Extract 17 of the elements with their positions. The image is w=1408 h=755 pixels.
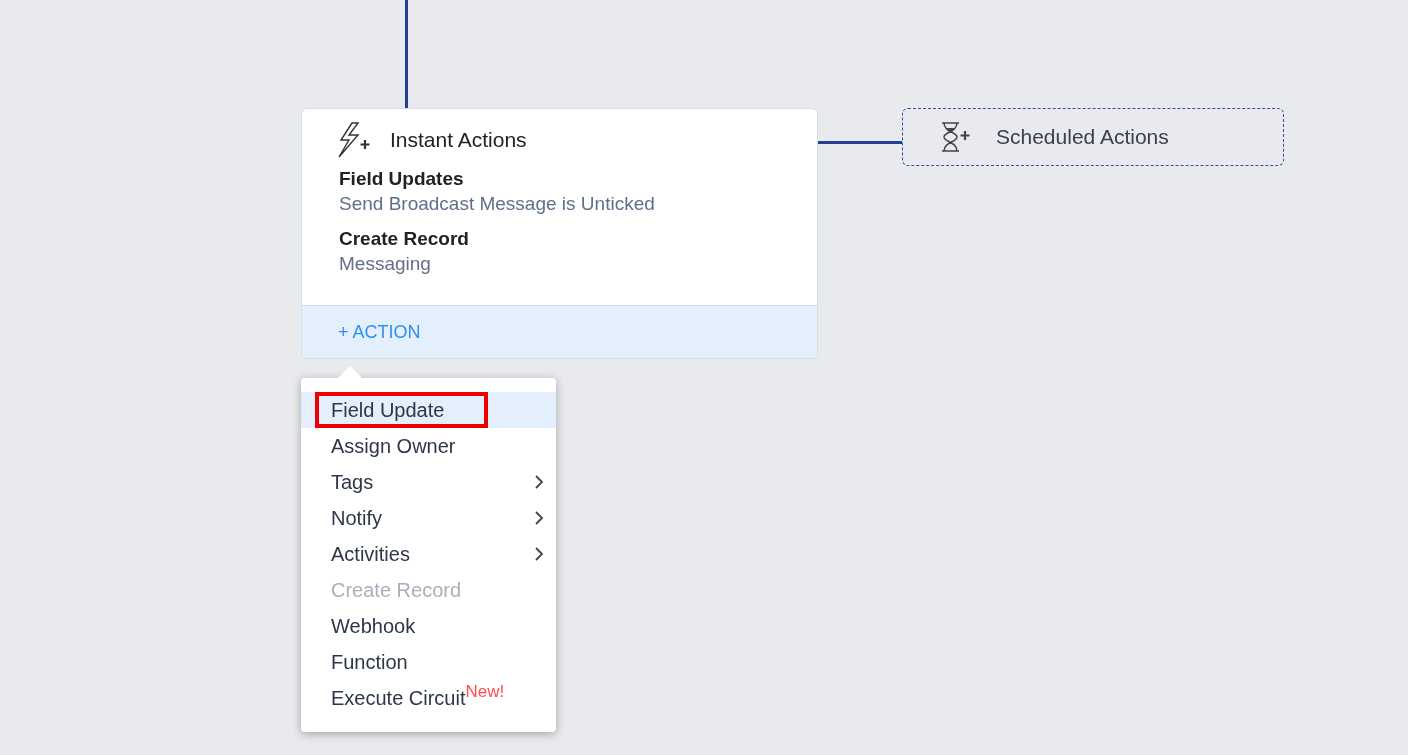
menu-item[interactable]: Tags <box>301 464 556 500</box>
scheduled-actions-label: Scheduled Actions <box>996 125 1169 149</box>
scheduled-actions-box[interactable]: Scheduled Actions <box>902 108 1284 166</box>
menu-item[interactable]: Webhook <box>301 608 556 644</box>
menu-item[interactable]: Notify <box>301 500 556 536</box>
card-title: Instant Actions <box>390 128 527 152</box>
action-detail: Send Broadcast Message is Unticked <box>339 192 656 216</box>
action-heading: Field Updates <box>339 167 465 191</box>
action-detail: Messaging <box>339 252 432 276</box>
hourglass-plus-icon <box>940 122 972 152</box>
menu-item[interactable]: Field Update <box>315 392 488 428</box>
menu-item[interactable]: Assign Owner <box>301 428 556 464</box>
menu-item[interactable]: Execute Circuit$^{New!}$ <box>301 680 556 716</box>
action-heading: Create Record <box>339 227 470 251</box>
menu-item[interactable]: Activities <box>301 536 556 572</box>
menu-item[interactable]: Function <box>301 644 556 680</box>
lightning-plus-icon <box>338 122 372 158</box>
